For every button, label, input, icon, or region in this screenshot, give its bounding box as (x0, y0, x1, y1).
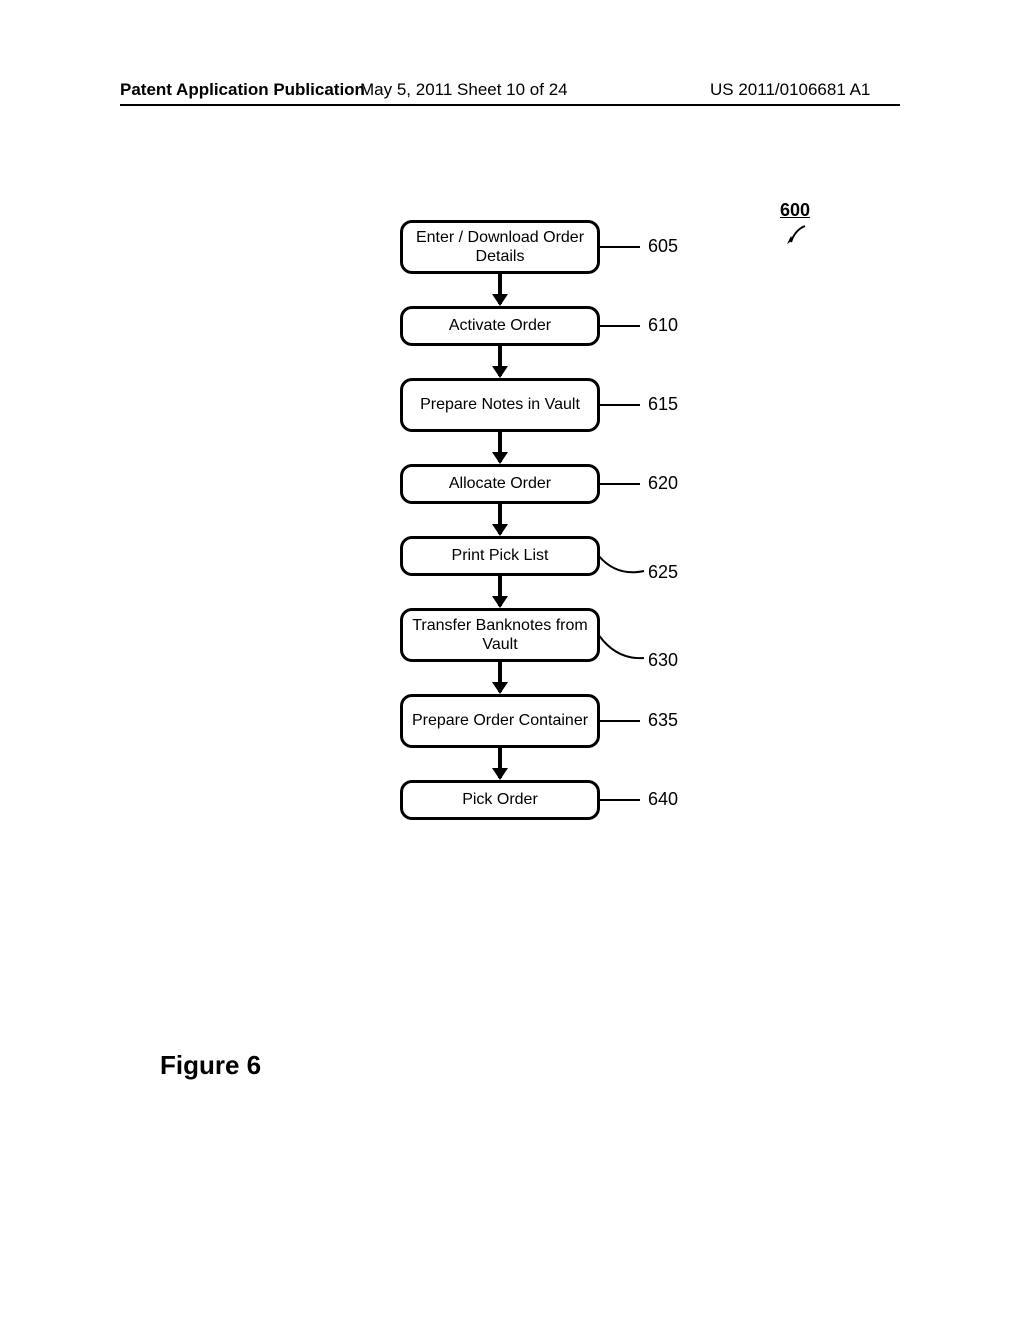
leader-line (600, 404, 640, 406)
flow-step-label: Pick Order (462, 790, 538, 809)
flow-step-label: Activate Order (449, 316, 551, 335)
header-middle: May 5, 2011 Sheet 10 of 24 (360, 80, 568, 100)
step-ref-625: 625 (648, 562, 678, 583)
flow-step-615: Prepare Notes in Vault (400, 378, 600, 432)
flow-step-630: Transfer Banknotes from Vault (400, 608, 600, 662)
flow-arrow-icon (498, 432, 502, 462)
flow-step-610: Activate Order (400, 306, 600, 346)
header-left: Patent Application Publication (120, 80, 365, 100)
leader-line (600, 799, 640, 801)
step-ref-630: 630 (648, 650, 678, 671)
step-ref-605: 605 (648, 236, 678, 257)
step-ref-620: 620 (648, 473, 678, 494)
flow-step-label: Prepare Order Container (412, 711, 588, 730)
leader-line (598, 555, 646, 583)
figure-reference-numeral: 600 (780, 200, 810, 221)
flow-step-label: Prepare Notes in Vault (420, 395, 580, 414)
reference-arrow-icon (785, 222, 809, 246)
flow-step-label: Enter / Download Order Details (411, 228, 589, 266)
flow-step-label: Transfer Banknotes from Vault (411, 616, 589, 654)
header-right: US 2011/0106681 A1 (710, 80, 870, 100)
flow-arrow-icon (498, 504, 502, 534)
flow-arrow-icon (498, 274, 502, 304)
page: Patent Application Publication May 5, 20… (0, 0, 1024, 1320)
flow-step-label: Print Pick List (452, 546, 549, 565)
leader-line (598, 634, 646, 666)
flow-arrow-icon (498, 346, 502, 376)
flow-step-635: Prepare Order Container (400, 694, 600, 748)
step-ref-610: 610 (648, 315, 678, 336)
leader-line (600, 325, 640, 327)
flow-step-625: Print Pick List (400, 536, 600, 576)
leader-line (600, 246, 640, 248)
flow-step-640: Pick Order (400, 780, 600, 820)
step-ref-635: 635 (648, 710, 678, 731)
flow-arrow-icon (498, 576, 502, 606)
flow-step-620: Allocate Order (400, 464, 600, 504)
header-rule (120, 104, 900, 106)
leader-line (600, 720, 640, 722)
figure-caption: Figure 6 (160, 1050, 261, 1081)
leader-line (600, 483, 640, 485)
flow-step-605: Enter / Download Order Details (400, 220, 600, 274)
step-ref-615: 615 (648, 394, 678, 415)
step-ref-640: 640 (648, 789, 678, 810)
flow-step-label: Allocate Order (449, 474, 551, 493)
flow-arrow-icon (498, 662, 502, 692)
flow-arrow-icon (498, 748, 502, 778)
